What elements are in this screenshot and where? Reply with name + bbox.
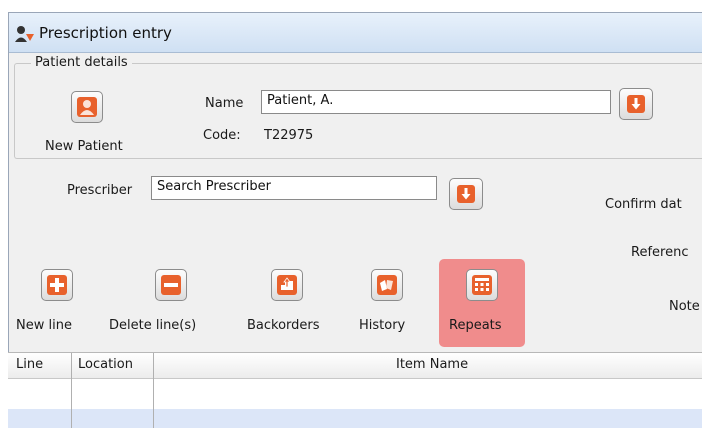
name-label: Name: [205, 96, 244, 111]
new-line-button[interactable]: [41, 269, 73, 301]
repeats-calendar-icon: [472, 275, 492, 295]
patient-code-value: T22975: [264, 128, 314, 143]
reference-label: Referenc: [631, 245, 689, 260]
new-line-label: New line: [16, 318, 72, 333]
code-label: Code:: [203, 128, 241, 143]
backorders-button[interactable]: [271, 269, 303, 301]
prescription-lines-table: Line Location Item Name: [8, 352, 702, 428]
patient-details-legend: Patient details: [31, 55, 132, 70]
new-patient-button[interactable]: [71, 91, 103, 123]
table-row[interactable]: [8, 409, 702, 428]
new-patient-label: New Patient: [45, 139, 123, 154]
delete-lines-label: Delete line(s): [109, 318, 197, 333]
confirm-date-label: Confirm dat: [605, 197, 682, 212]
column-header-item-name[interactable]: Item Name: [396, 357, 468, 372]
backorders-label: Backorders: [247, 318, 320, 333]
column-header-location[interactable]: Location: [78, 357, 133, 372]
patient-name-field[interactable]: Patient, A.: [261, 90, 611, 114]
patient-icon: [77, 97, 97, 117]
plus-icon: [47, 275, 67, 295]
prescriber-label: Prescriber: [67, 183, 133, 198]
repeats-button[interactable]: [466, 269, 498, 301]
arrow-down-icon: [457, 185, 475, 203]
patient-lookup-button[interactable]: [619, 88, 653, 120]
history-icon: [377, 275, 397, 295]
delete-lines-button[interactable]: [155, 269, 187, 301]
column-divider: [71, 353, 72, 428]
table-header: Line Location Item Name: [8, 353, 702, 379]
arrow-down-icon: [627, 95, 645, 113]
minus-icon: [161, 275, 181, 295]
repeats-label: Repeats: [449, 318, 502, 333]
title-bar: Prescription entry: [9, 13, 702, 53]
prescription-icon: [15, 26, 34, 42]
top-margin: [0, 0, 702, 12]
prescriber-lookup-button[interactable]: [449, 178, 483, 210]
column-header-line[interactable]: Line: [16, 357, 43, 372]
window-title: Prescription entry: [39, 24, 172, 42]
backorder-icon: [277, 275, 297, 295]
history-label: History: [359, 318, 406, 333]
column-divider: [153, 353, 154, 428]
notes-label: Note: [669, 299, 700, 314]
history-button[interactable]: [371, 269, 403, 301]
prescriber-search-field[interactable]: Search Prescriber: [151, 176, 437, 200]
